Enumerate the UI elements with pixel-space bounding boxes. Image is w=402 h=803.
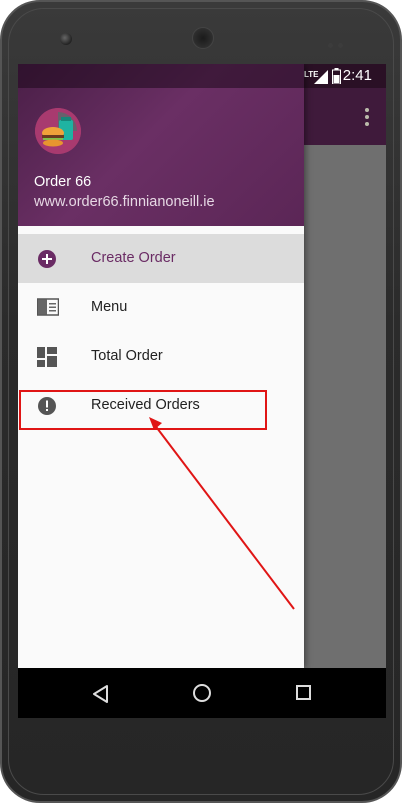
drawer-header: Order 66 www.order66.finnianoneill.ie: [18, 64, 304, 226]
dashboard-icon: [37, 347, 57, 367]
add-circle-icon: [37, 249, 57, 269]
recents-icon[interactable]: [296, 685, 311, 700]
menu-book-icon: [36, 298, 60, 318]
front-camera: [60, 33, 72, 45]
app-logo-avatar: [35, 108, 81, 154]
sensor-dots: [328, 35, 350, 48]
drawer-header-subtitle: www.order66.finnianoneill.ie: [34, 194, 215, 210]
drawer-item-label: Total Order: [91, 348, 163, 364]
battery-icon: [332, 68, 341, 85]
annotation-highlight-box: [19, 390, 267, 430]
drawer-item-total-order[interactable]: Total Order: [18, 332, 304, 381]
earpiece-speaker: [192, 27, 214, 49]
drawer-item-label: Menu: [91, 299, 128, 315]
drawer-item-label: Create Order: [91, 250, 176, 266]
overflow-menu-icon[interactable]: [364, 108, 370, 126]
drawer-header-title: Order 66: [34, 174, 92, 190]
clock: 2:41: [342, 67, 372, 84]
drawer-item-menu[interactable]: Menu: [18, 283, 304, 332]
lte-signal-icon: [314, 68, 328, 84]
status-bar-overlay: [18, 64, 304, 88]
back-icon[interactable]: [92, 685, 110, 708]
home-icon[interactable]: [193, 684, 211, 702]
navigation-drawer: Order 66 www.order66.finnianoneill.ie Cr…: [18, 64, 304, 668]
system-nav-bar: [18, 668, 386, 718]
drawer-item-create-order[interactable]: Create Order: [18, 234, 304, 283]
